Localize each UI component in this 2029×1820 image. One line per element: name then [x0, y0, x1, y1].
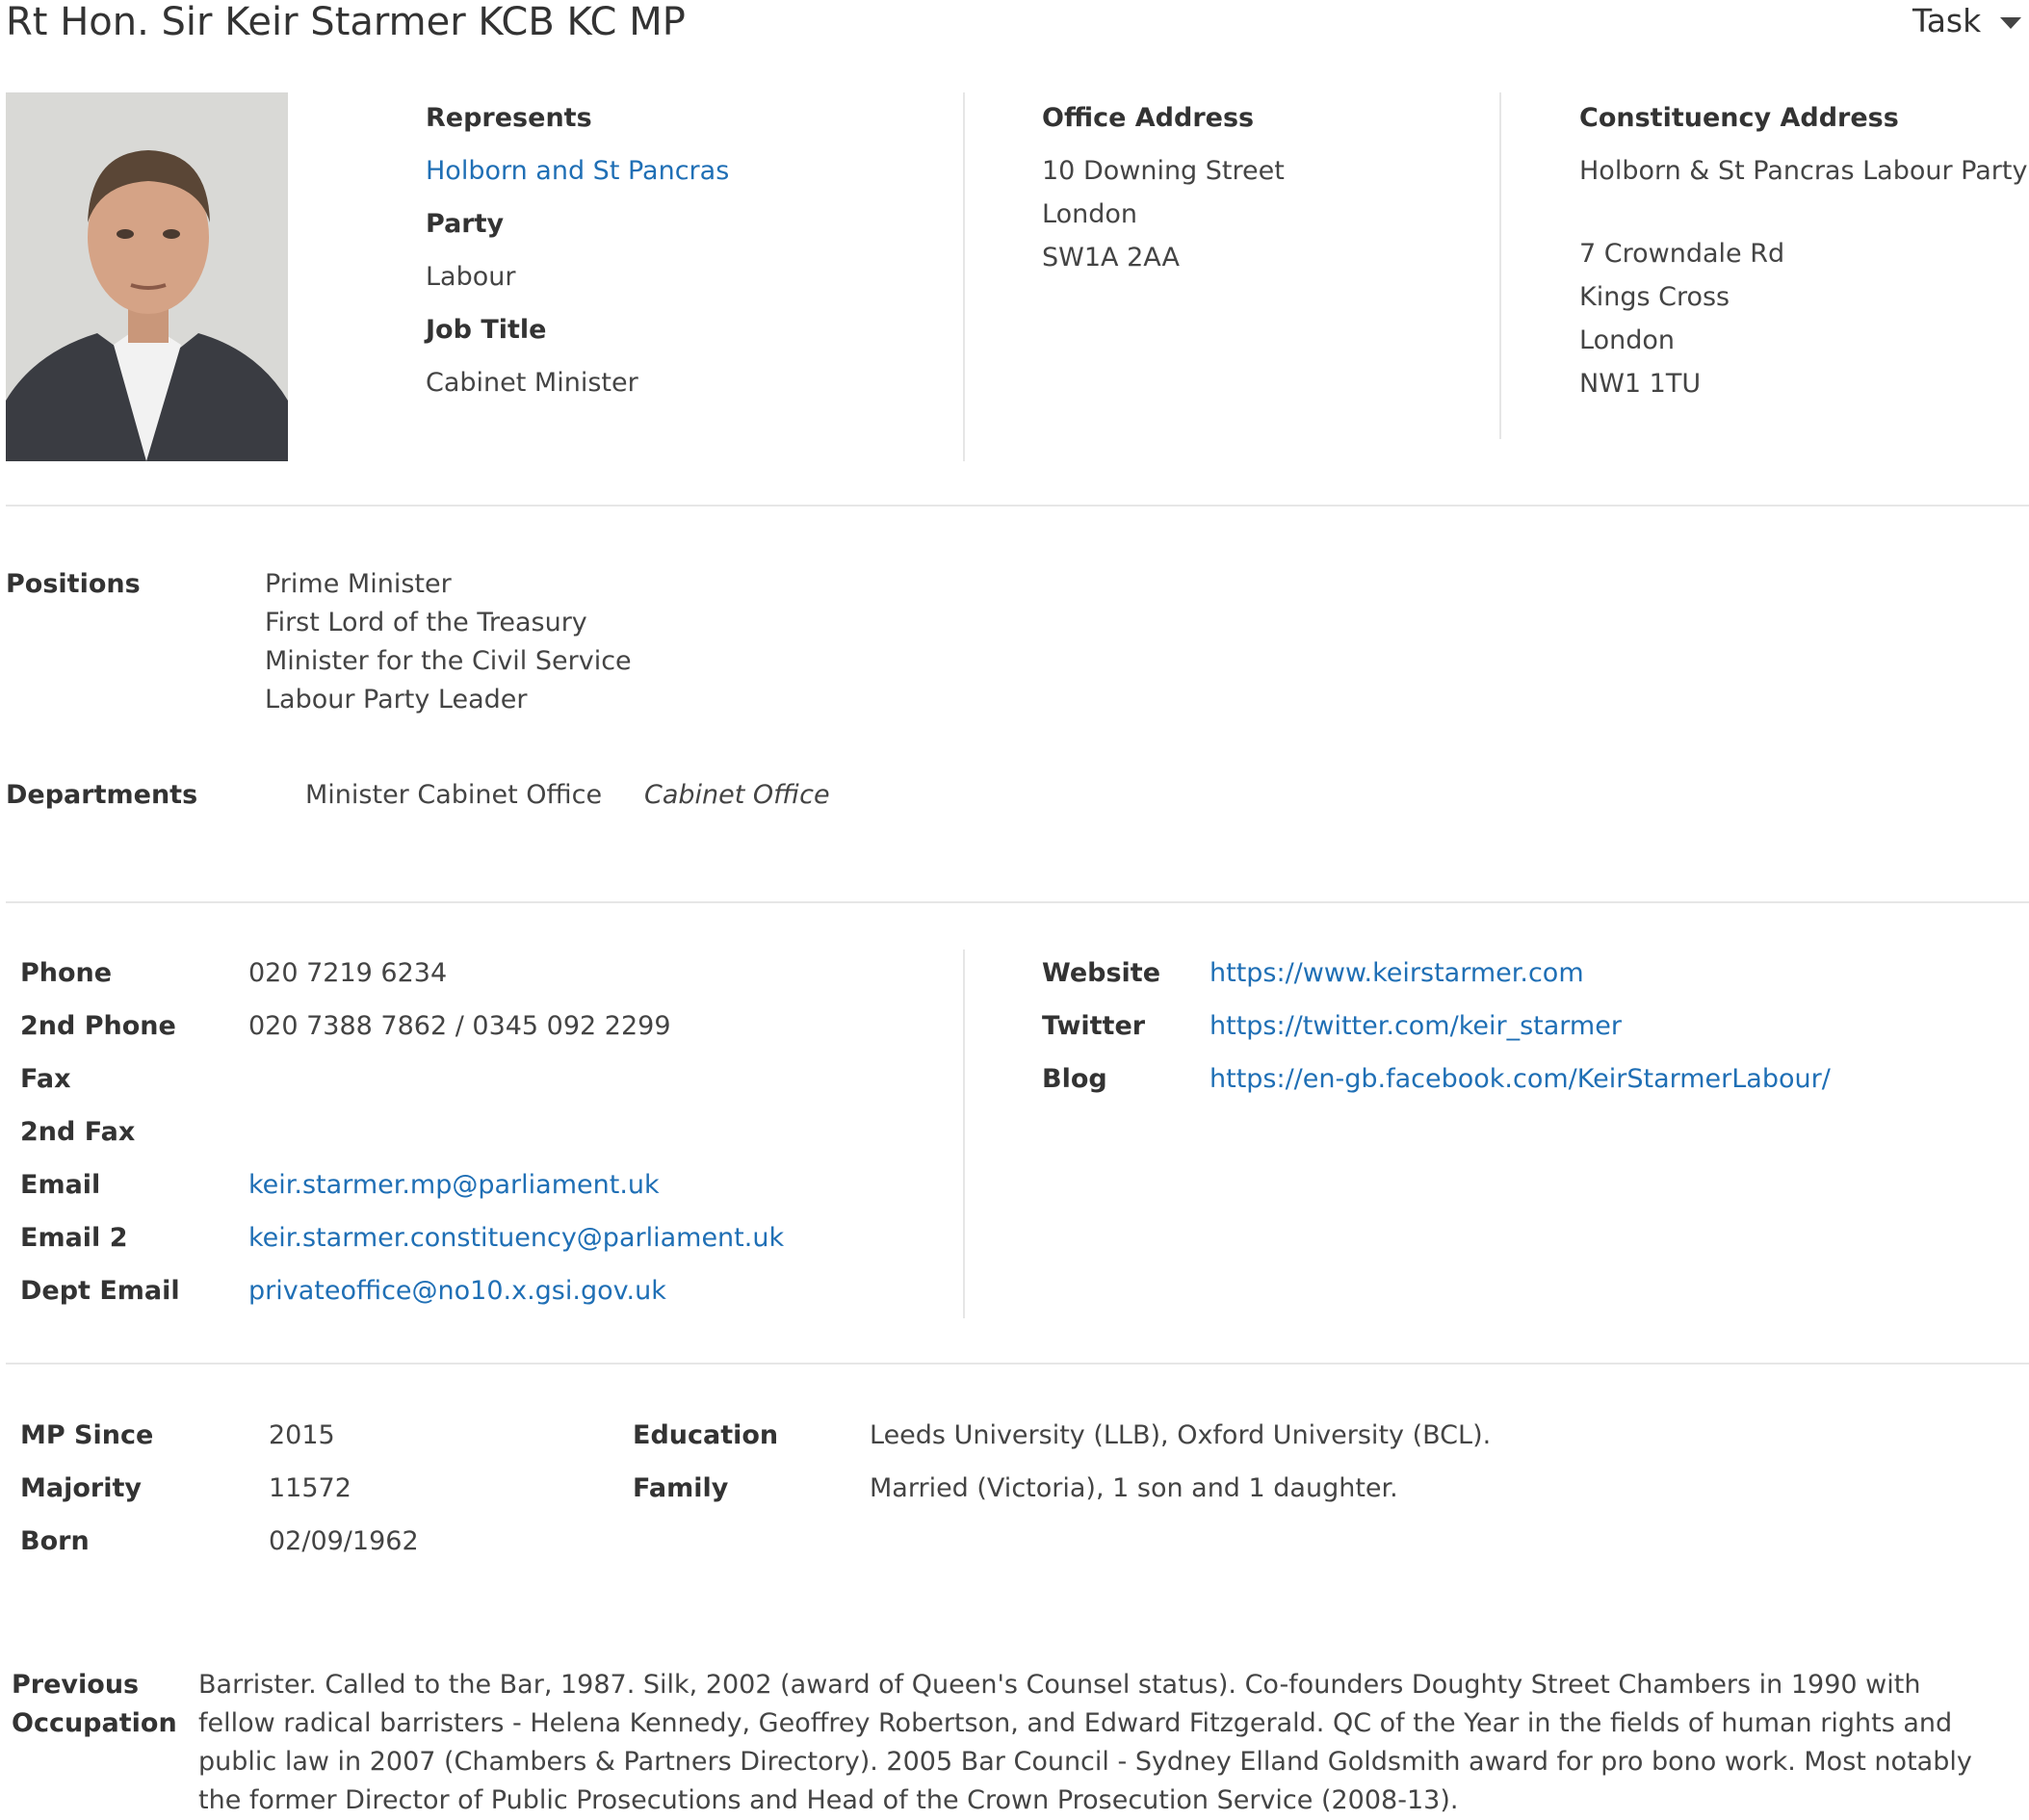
email2-link[interactable]: keir.starmer.constituency@parliament.uk: [248, 1223, 784, 1253]
born-value: 02/09/1962: [269, 1526, 419, 1556]
email-link[interactable]: keir.starmer.mp@parliament.uk: [248, 1170, 660, 1200]
party-label: Party: [426, 209, 505, 239]
email2-label: Email 2: [20, 1223, 128, 1253]
born-label: Born: [20, 1526, 90, 1556]
blog-label: Blog: [1042, 1064, 1107, 1094]
constituency-link[interactable]: Holborn and St Pancras: [426, 156, 729, 186]
office-address-line-2: London: [1042, 199, 1137, 229]
blog-link[interactable]: https://en-gb.facebook.com/KeirStarmerLa…: [1210, 1064, 1831, 1094]
office-address-line-3: SW1A 2AA: [1042, 243, 1180, 273]
position-item: First Lord of the Treasury: [265, 608, 587, 637]
column-divider: [1499, 92, 1501, 439]
section-divider: [6, 1363, 2029, 1365]
constituency-address-line-4: London: [1579, 325, 1675, 355]
phone2-value: 020 7388 7862 / 0345 092 2299: [248, 1011, 671, 1041]
job-title-value: Cabinet Minister: [426, 368, 638, 398]
education-value: Leeds University (LLB), Oxford Universit…: [870, 1420, 1492, 1450]
portrait-image: [6, 92, 288, 461]
office-address-line-1: 10 Downing Street: [1042, 156, 1285, 186]
previous-occupation-label: Previous: [12, 1670, 140, 1700]
phone2-label: 2nd Phone: [20, 1011, 176, 1041]
page-title: Rt Hon. Sir Keir Starmer KCB KC MP: [6, 0, 686, 44]
website-link[interactable]: https://www.keirstarmer.com: [1210, 958, 1584, 988]
constituency-address-line-2: 7 Crowndale Rd: [1579, 239, 1785, 269]
positions-label: Positions: [6, 569, 141, 599]
department-role: Minister Cabinet Office: [305, 780, 603, 810]
caret-down-icon: [2000, 16, 2022, 29]
email-label: Email: [20, 1170, 101, 1200]
task-dropdown[interactable]: Task: [1912, 2, 2022, 39]
department-name: Cabinet Office: [644, 780, 830, 810]
office-address-label: Office Address: [1042, 103, 1255, 133]
section-divider: [6, 505, 2029, 507]
dept-email-label: Dept Email: [20, 1276, 180, 1306]
website-label: Website: [1042, 958, 1161, 988]
job-title-label: Job Title: [426, 315, 547, 345]
column-divider: [963, 92, 965, 461]
mp-portrait: [6, 92, 288, 461]
section-divider: [6, 901, 2029, 903]
previous-occupation-text: Barrister. Called to the Bar, 1987. Silk…: [198, 1670, 1972, 1815]
column-divider: [963, 949, 965, 1318]
departments-label: Departments: [6, 780, 198, 810]
education-label: Education: [633, 1420, 779, 1450]
fax-label: Fax: [20, 1064, 71, 1094]
mp-since-label: MP Since: [20, 1420, 154, 1450]
majority-value: 11572: [269, 1473, 351, 1503]
constituency-address-line-5: NW1 1TU: [1579, 369, 1702, 399]
majority-label: Majority: [20, 1473, 142, 1503]
phone-value: 020 7219 6234: [248, 958, 448, 988]
family-label: Family: [633, 1473, 729, 1503]
position-item: Prime Minister: [265, 569, 452, 599]
position-item: Minister for the Civil Service: [265, 646, 632, 676]
fax2-label: 2nd Fax: [20, 1117, 136, 1147]
twitter-label: Twitter: [1042, 1011, 1146, 1041]
phone-label: Phone: [20, 958, 113, 988]
constituency-address-label: Constituency Address: [1579, 103, 1899, 133]
constituency-address-line-3: Kings Cross: [1579, 282, 1730, 312]
mp-since-value: 2015: [269, 1420, 335, 1450]
represents-label: Represents: [426, 103, 592, 133]
twitter-link[interactable]: https://twitter.com/keir_starmer: [1210, 1011, 1622, 1041]
position-item: Labour Party Leader: [265, 685, 528, 715]
party-value: Labour: [426, 262, 516, 292]
previous-occupation-label: Occupation: [12, 1708, 177, 1738]
constituency-address-line-1: Holborn & St Pancras Labour Party: [1579, 156, 2028, 186]
dept-email-link[interactable]: privateoffice@no10.x.gsi.gov.uk: [248, 1276, 666, 1306]
family-value: Married (Victoria), 1 son and 1 daughter…: [870, 1473, 1398, 1503]
task-label: Task: [1912, 2, 1982, 39]
